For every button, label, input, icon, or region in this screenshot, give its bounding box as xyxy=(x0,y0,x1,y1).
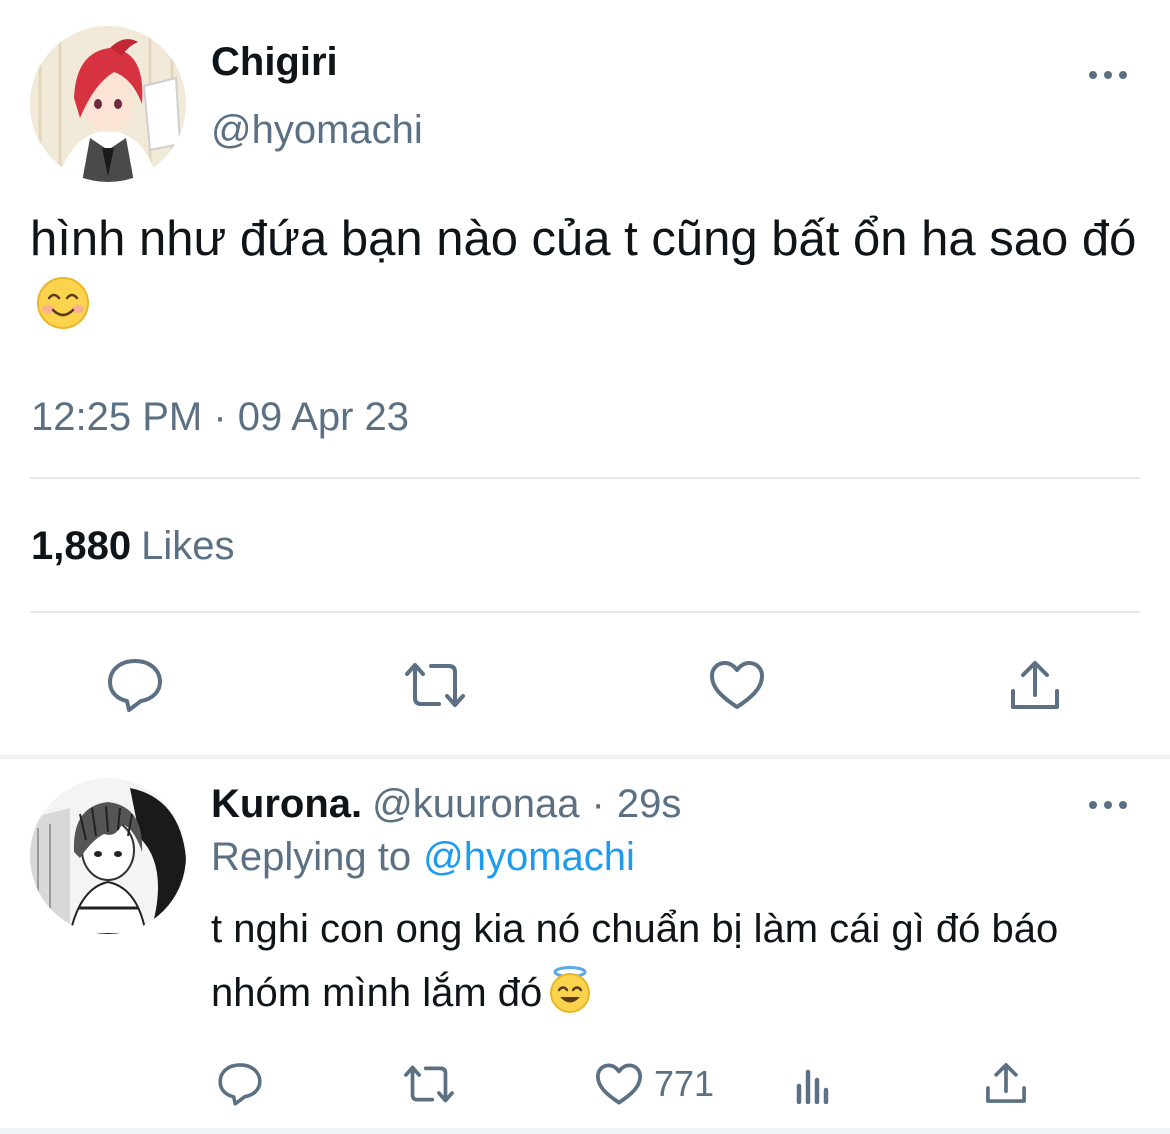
analytics-button[interactable] xyxy=(788,1058,838,1110)
smiling-face-icon xyxy=(36,276,90,349)
avatar[interactable] xyxy=(30,26,186,182)
more-options-button[interactable] xyxy=(1080,58,1136,92)
reply-text: t nghi con ong kia nó chuẩn bị làm cái g… xyxy=(211,897,1131,1033)
likes-stat[interactable]: 1,880 Likes xyxy=(31,521,235,571)
reply-icon xyxy=(218,1063,262,1106)
reply-separator: · xyxy=(591,782,605,826)
share-icon xyxy=(1011,661,1059,709)
like-button[interactable] xyxy=(700,652,774,718)
tweet-text-body: hình như đứa bạn nào của t cũng bất ổn h… xyxy=(30,212,1137,266)
reply-reply-button[interactable] xyxy=(210,1058,270,1110)
reply-display-name[interactable]: Kurona. xyxy=(211,782,362,826)
likes-count: 1,880 xyxy=(31,524,132,568)
reply-text-body: t nghi con ong kia nó chuẩn bị làm cái g… xyxy=(211,907,1059,1015)
share-icon xyxy=(986,1063,1026,1103)
reply-handle[interactable]: @kuuronaa xyxy=(372,782,579,826)
section-divider xyxy=(0,755,1170,759)
like-icon xyxy=(710,661,764,709)
tweet-text: hình như đứa bạn nào của t cũng bất ổn h… xyxy=(30,205,1150,349)
reply-avatar[interactable] xyxy=(30,778,186,934)
divider xyxy=(30,477,1140,479)
bottom-divider xyxy=(0,1128,1170,1134)
reply-button[interactable] xyxy=(98,652,172,718)
reply-share-button[interactable] xyxy=(978,1056,1034,1110)
reply-retweet-button[interactable] xyxy=(396,1058,462,1110)
share-button[interactable] xyxy=(998,652,1072,718)
timestamp[interactable]: 12:25 PM · 09 Apr 23 xyxy=(31,392,409,442)
divider xyxy=(30,611,1140,613)
retweet-icon xyxy=(405,663,465,707)
reply-header: Kurona. @kuuronaa · 29s xyxy=(211,780,681,828)
handle[interactable]: @hyomachi xyxy=(211,106,423,154)
retweet-button[interactable] xyxy=(398,652,472,718)
like-icon xyxy=(595,1063,643,1105)
retweet-icon xyxy=(404,1065,454,1103)
analytics-icon xyxy=(796,1069,829,1104)
reply-like-button[interactable]: 771 xyxy=(594,1058,724,1110)
more-horizontal-icon xyxy=(1089,71,1127,79)
likes-label: Likes xyxy=(141,524,235,568)
reply-time[interactable]: 29s xyxy=(617,782,682,826)
more-horizontal-icon xyxy=(1089,801,1127,809)
smiling-face-with-halo-icon xyxy=(548,966,592,1033)
replying-handle-link[interactable]: @hyomachi xyxy=(423,835,635,879)
reply-like-count: 771 xyxy=(654,1063,715,1104)
reply-icon xyxy=(108,659,162,712)
replying-label: Replying to xyxy=(211,835,412,879)
replying-to: Replying to @hyomachi xyxy=(211,832,635,882)
reply-more-options-button[interactable] xyxy=(1080,788,1136,822)
display-name[interactable]: Chigiri xyxy=(211,38,338,86)
